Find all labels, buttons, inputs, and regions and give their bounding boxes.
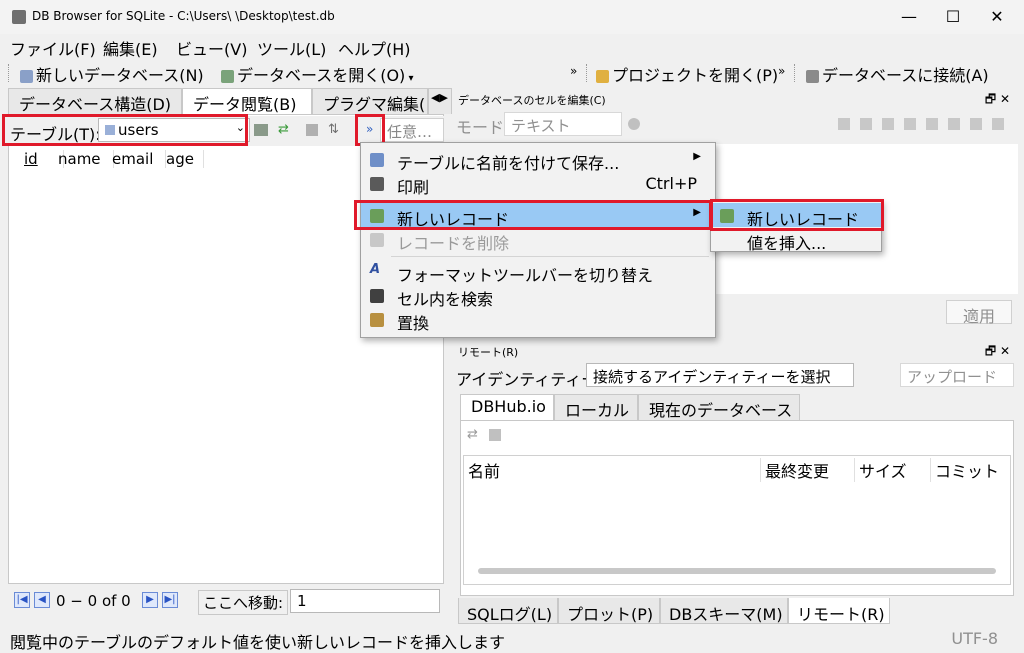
menu-bar: ファイル(F) 編集(E) ビュー(V) ツール(L) ヘルプ(H) [0, 34, 1024, 60]
refresh-icon[interactable]: ⇄ [467, 427, 478, 442]
menu-tools[interactable]: ツール(L) [257, 36, 326, 60]
column-header-name[interactable]: name [58, 150, 114, 168]
tab-dbhub[interactable]: DBHub.io [460, 394, 554, 420]
column-header-size[interactable]: サイズ [854, 458, 907, 482]
refresh-table-icon[interactable] [254, 124, 268, 136]
format-toolbar-icon: A [370, 262, 381, 277]
close-button[interactable]: ✕ [974, 2, 1020, 32]
window-title: DB Browser for SQLite - C:\Users\ \Deskt… [32, 9, 335, 23]
mode-label: モード: [456, 118, 510, 137]
goto-button[interactable]: ここへ移動: [198, 590, 289, 615]
last-record-icon[interactable]: ▶| [162, 592, 178, 608]
tab-browse-data[interactable]: データ閲覧(B) [182, 88, 312, 114]
column-header-name[interactable]: 名前 [468, 458, 500, 482]
app-icon [12, 10, 26, 24]
tab-database-structure[interactable]: データベース構造(D) [8, 88, 182, 114]
toolbar-grip [8, 64, 10, 82]
sort-icon[interactable]: ⇅ [328, 122, 339, 137]
bottom-tab-bar: SQLログ(L) プロット(P) DBスキーマ(M) リモート(R) [458, 598, 1018, 624]
remote-title: リモート(R) [458, 346, 519, 359]
remote-pane: リモート(R) 🗗 ✕ アイデンティティー 接続するアイデンティティーを選択 ア… [452, 340, 1018, 598]
first-record-icon[interactable]: |◀ [14, 592, 30, 608]
upload-button[interactable]: アップロード [900, 363, 1014, 387]
title-bar: DB Browser for SQLite - C:\Users\ \Deskt… [0, 0, 1024, 34]
annotation-box [710, 199, 884, 231]
save-table-icon [370, 153, 384, 167]
maximize-button[interactable]: ☐ [930, 2, 976, 32]
connect-database-button[interactable]: データベースに接続(A) [806, 62, 989, 86]
open-database-icon [221, 70, 234, 83]
goto-input[interactable]: 1 [290, 589, 440, 613]
remote-list[interactable]: 名前 最終変更 サイズ コミット [463, 455, 1011, 585]
next-record-icon[interactable]: ▶ [142, 592, 158, 608]
menu-view[interactable]: ビュー(V) [176, 36, 247, 60]
toolbar-grip [794, 64, 796, 82]
column-header-email[interactable]: email [112, 150, 166, 168]
record-range: 0 − 0 of 0 [56, 592, 131, 610]
float-close-icons[interactable]: 🗗 ✕ [985, 342, 1010, 363]
annotation-box [2, 114, 248, 146]
find-in-cell-icon [370, 289, 384, 303]
tab-scroll-arrows[interactable]: ◀▶ [428, 88, 452, 114]
new-database-button[interactable]: 新しいデータベース(N) [20, 62, 204, 86]
edit-cell-title: データベースのセルを編集(C) [458, 94, 606, 107]
clear-filter-icon[interactable] [306, 124, 318, 136]
open-project-button[interactable]: プロジェクトを開く(P) [596, 62, 778, 86]
filter-input[interactable]: 任意… [380, 118, 444, 142]
tab-remote[interactable]: リモート(R) [788, 598, 890, 624]
clone-icon[interactable] [489, 429, 501, 441]
menu-file[interactable]: ファイル(F) [10, 36, 96, 60]
toolbar-overflow-button[interactable]: » [570, 64, 577, 78]
sync-icon[interactable]: ⇄ [278, 122, 289, 137]
previous-record-icon[interactable]: ◀ [34, 592, 50, 608]
tab-db-schema[interactable]: DBスキーマ(M) [660, 598, 788, 624]
identity-select[interactable]: 接続するアイデンティティーを選択 [586, 363, 854, 387]
replace-icon [370, 313, 384, 327]
menu-help[interactable]: ヘルプ(H) [338, 36, 411, 60]
open-project-icon [596, 70, 609, 83]
context-menu: テーブルに名前を付けて保存... ▶ 印刷 Ctrl+P 新しいレコード ▶ レ… [360, 142, 716, 338]
column-header-age[interactable]: age [166, 150, 204, 168]
apply-button[interactable]: 適用 [946, 300, 1012, 326]
column-header-last-modified[interactable]: 最終変更 [760, 458, 829, 482]
identity-label: アイデンティティー [456, 370, 598, 389]
open-database-button[interactable]: データベースを開く(O) ▾ [221, 62, 413, 86]
tab-plot[interactable]: プロット(P) [558, 598, 660, 624]
menu-item-delete-record[interactable]: レコードを削除 [361, 227, 715, 253]
menu-edit[interactable]: 編集(E) [103, 36, 158, 60]
connect-database-icon [806, 70, 819, 83]
tab-edit-pragmas[interactable]: プラグマ編集( [312, 88, 428, 114]
tab-local[interactable]: ローカル [554, 394, 638, 420]
column-header-commit[interactable]: コミット [930, 458, 999, 482]
menu-item-print[interactable]: 印刷 Ctrl+P [361, 171, 715, 197]
mode-select[interactable]: テキスト [504, 112, 622, 136]
remote-panel: ⇄ 名前 最終変更 サイズ コミット [460, 420, 1014, 596]
submenu-arrow-icon: ▶ [693, 151, 701, 162]
toolbar-grip [586, 64, 588, 82]
new-database-icon [20, 70, 33, 83]
horizontal-scrollbar[interactable] [478, 568, 996, 574]
menu-separator [391, 256, 709, 257]
record-pager: |◀ ◀ 0 − 0 of 0 ▶ ▶| ここへ移動: 1 [8, 588, 444, 615]
menu-item-replace[interactable]: 置換 [361, 307, 715, 333]
cell-format-toolbar[interactable] [838, 118, 1008, 130]
status-bar: 閲覧中のテーブルのデフォルト値を使い新しいレコードを挿入します UTF-8 [0, 626, 1024, 653]
encoding-indicator: UTF-8 [951, 629, 998, 648]
tab-current-database[interactable]: 現在のデータベース [638, 394, 800, 420]
minimize-button[interactable]: — [886, 2, 932, 32]
status-message: 閲覧中のテーブルのデフォルト値を使い新しいレコードを挿入します [10, 633, 506, 652]
main-toolbar: 新しいデータベース(N) データベースを開く(O) ▾ » プロジェクトを開く(… [0, 58, 1024, 86]
menu-item-save-table-as[interactable]: テーブルに名前を付けて保存... ▶ [361, 147, 715, 173]
tab-sql-log[interactable]: SQLログ(L) [458, 598, 558, 624]
float-close-icons[interactable]: 🗗 ✕ [985, 90, 1010, 111]
delete-record-icon [370, 233, 384, 247]
menu-item-find-in-cell[interactable]: セル内を検索 [361, 283, 715, 309]
mode-settings-icon[interactable] [628, 118, 640, 130]
print-icon [370, 177, 384, 191]
annotation-box [354, 200, 712, 230]
menu-item-toggle-format-toolbar[interactable]: A フォーマットツールバーを切り替え [361, 259, 715, 285]
toolbar-overflow-button-2[interactable]: » [778, 64, 785, 78]
